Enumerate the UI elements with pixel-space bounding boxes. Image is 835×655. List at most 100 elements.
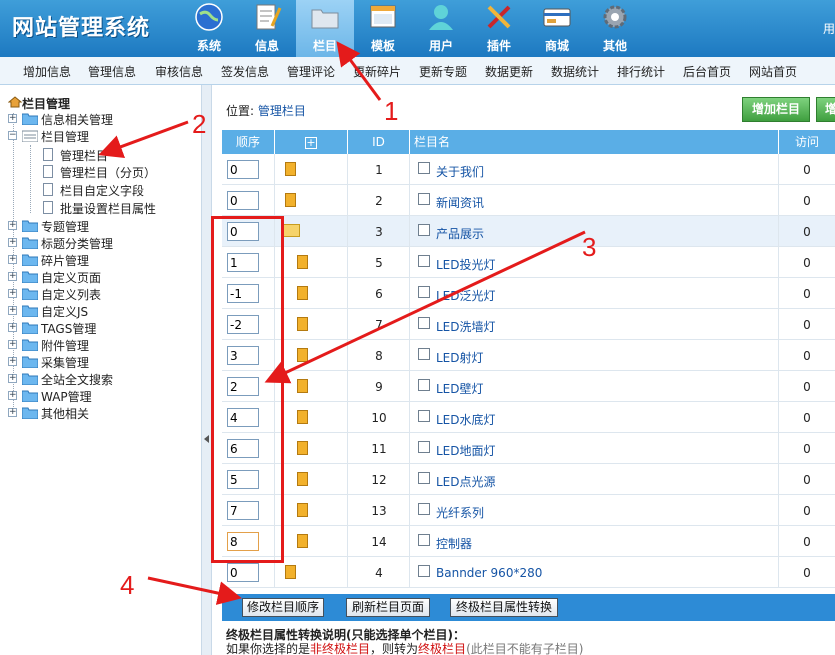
header-id[interactable]: ID xyxy=(348,130,410,154)
column-name-link[interactable]: Bannder 960*280 xyxy=(436,566,542,580)
row-checkbox[interactable] xyxy=(418,317,430,329)
nav-column[interactable]: 栏目 xyxy=(296,0,354,57)
row-checkbox[interactable] xyxy=(418,224,430,236)
row-checkbox[interactable] xyxy=(418,162,430,174)
expand-icon[interactable]: + xyxy=(8,255,17,264)
modify-order-button[interactable]: 修改栏目顺序 xyxy=(242,598,324,617)
nav-other[interactable]: 其他 xyxy=(586,0,644,57)
expand-icon[interactable]: + xyxy=(8,221,17,230)
expand-icon[interactable]: + xyxy=(8,408,17,417)
expand-icon[interactable]: + xyxy=(8,272,17,281)
row-checkbox[interactable] xyxy=(418,534,430,546)
icon-cell xyxy=(275,247,348,278)
header-visits[interactable]: 访问 xyxy=(779,130,835,154)
column-name-link[interactable]: LED泛光灯 xyxy=(436,287,496,304)
column-name-link[interactable]: LED壁灯 xyxy=(436,380,484,397)
user-info-text[interactable]: 用 xyxy=(823,20,835,37)
subnav-item[interactable]: 更新碎片 xyxy=(353,63,401,80)
order-input[interactable] xyxy=(227,563,259,582)
expand-all-icon[interactable]: + xyxy=(305,137,317,149)
page-icon[interactable] xyxy=(297,317,308,331)
page-icon[interactable] xyxy=(297,472,308,486)
row-checkbox[interactable] xyxy=(418,379,430,391)
nav-system[interactable]: 系统 xyxy=(180,0,238,57)
add-column-button-secondary[interactable]: 增 xyxy=(816,97,835,122)
subnav-item[interactable]: 排行统计 xyxy=(617,63,665,80)
sidebar-item-label: TAGS管理 xyxy=(41,322,97,336)
column-name-link[interactable]: 光纤系列 xyxy=(436,504,484,521)
collapse-arrow-icon[interactable] xyxy=(204,435,209,443)
expand-icon[interactable]: + xyxy=(8,374,17,383)
convert-terminal-button[interactable]: 终极栏目属性转换 xyxy=(450,598,558,617)
page-icon[interactable] xyxy=(297,348,308,362)
nav-info[interactable]: 信息 xyxy=(238,0,296,57)
expand-icon[interactable]: + xyxy=(8,391,17,400)
page-icon[interactable] xyxy=(297,255,308,269)
column-name-link[interactable]: 控制器 xyxy=(436,535,472,552)
order-input[interactable] xyxy=(227,191,259,210)
page-icon[interactable] xyxy=(285,565,296,579)
column-name-link[interactable]: LED点光源 xyxy=(436,473,496,490)
row-checkbox[interactable] xyxy=(418,565,430,577)
subnav-item[interactable]: 管理评论 xyxy=(287,63,335,80)
nav-label: 商城 xyxy=(544,39,569,53)
row-checkbox[interactable] xyxy=(418,441,430,453)
add-column-button[interactable]: 增加栏目 xyxy=(742,97,810,122)
column-name-link[interactable]: LED射灯 xyxy=(436,349,484,366)
nav-plugin[interactable]: 插件 xyxy=(470,0,528,57)
name-cell: 光纤系列 xyxy=(410,495,779,526)
row-checkbox[interactable] xyxy=(418,410,430,422)
header-expand[interactable]: + xyxy=(275,130,348,154)
page-icon[interactable] xyxy=(285,162,296,176)
page-icon[interactable] xyxy=(297,534,308,548)
column-name-link[interactable]: LED投光灯 xyxy=(436,256,496,273)
nav-user[interactable]: 用户 xyxy=(412,0,470,57)
subnav-item[interactable]: 数据统计 xyxy=(551,63,599,80)
refresh-pages-button[interactable]: 刷新栏目页面 xyxy=(346,598,430,617)
nav-shop[interactable]: 商城 xyxy=(528,0,586,57)
subnav-item[interactable]: 数据更新 xyxy=(485,63,533,80)
breadcrumb-link[interactable]: 管理栏目 xyxy=(258,104,306,118)
expand-icon[interactable]: + xyxy=(8,289,17,298)
header-order[interactable]: 顺序 xyxy=(222,130,275,154)
expand-icon[interactable]: + xyxy=(8,357,17,366)
header-name[interactable]: 栏目名 xyxy=(410,130,779,154)
column-name-link[interactable]: 关于我们 xyxy=(436,163,484,180)
expand-icon[interactable]: + xyxy=(8,114,17,123)
nav-template[interactable]: 模板 xyxy=(354,0,412,57)
id-cell: 12 xyxy=(348,464,410,495)
collapse-icon[interactable]: − xyxy=(8,131,17,140)
subnav-item[interactable]: 网站首页 xyxy=(749,63,797,80)
column-name-link[interactable]: LED水底灯 xyxy=(436,411,496,428)
subnav-item[interactable]: 后台首页 xyxy=(683,63,731,80)
row-checkbox[interactable] xyxy=(418,193,430,205)
column-name-link[interactable]: 新闻资讯 xyxy=(436,194,484,211)
row-checkbox[interactable] xyxy=(418,503,430,515)
expand-icon[interactable]: + xyxy=(8,306,17,315)
order-cell xyxy=(222,185,275,216)
subnav-item[interactable]: 更新专题 xyxy=(419,63,467,80)
page-icon[interactable] xyxy=(285,193,296,207)
expand-icon[interactable]: + xyxy=(8,323,17,332)
folder-icon[interactable] xyxy=(283,224,300,237)
page-icon[interactable] xyxy=(297,410,308,424)
row-checkbox[interactable] xyxy=(418,472,430,484)
column-table: 顺序 + ID 栏目名 访问 1 关于我们 0 2 新闻资讯 0 3 产品展示 0 5 LED投光灯… xyxy=(222,130,835,590)
subnav-item[interactable]: 签发信息 xyxy=(221,63,269,80)
row-checkbox[interactable] xyxy=(418,348,430,360)
column-name-link[interactable]: LED地面灯 xyxy=(436,442,496,459)
row-checkbox[interactable] xyxy=(418,255,430,267)
subnav-item[interactable]: 增加信息 xyxy=(23,63,71,80)
expand-icon[interactable]: + xyxy=(8,238,17,247)
page-icon[interactable] xyxy=(297,441,308,455)
page-icon[interactable] xyxy=(297,286,308,300)
order-input[interactable] xyxy=(227,160,259,179)
page-icon[interactable] xyxy=(297,379,308,393)
row-checkbox[interactable] xyxy=(418,286,430,298)
expand-icon[interactable]: + xyxy=(8,340,17,349)
column-name-link[interactable]: LED洗墙灯 xyxy=(436,318,496,335)
page-icon[interactable] xyxy=(297,503,308,517)
subnav-item[interactable]: 审核信息 xyxy=(155,63,203,80)
subnav-item[interactable]: 管理信息 xyxy=(88,63,136,80)
column-name-link[interactable]: 产品展示 xyxy=(436,225,484,242)
